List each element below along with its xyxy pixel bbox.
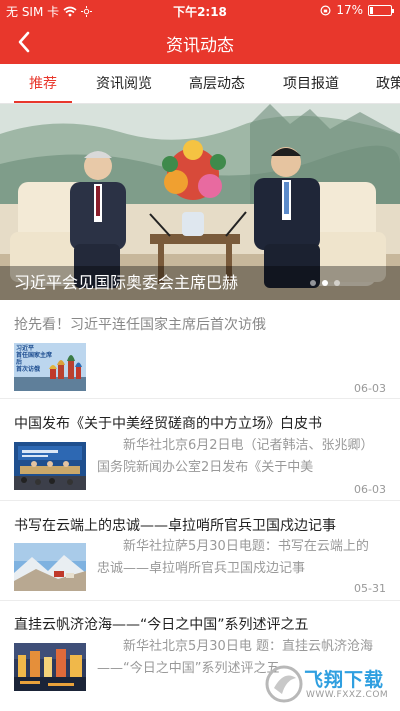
active-tab-indicator: [14, 101, 72, 103]
banner-carousel[interactable]: 习近平会见国际奥委会主席巴赫: [0, 104, 400, 300]
tab-project-reports[interactable]: 项目报道: [283, 73, 339, 93]
news-summary-line2: 忠诚——卓拉哨所官兵卫国戍边记事: [97, 561, 306, 576]
news-date: 06-03: [354, 382, 386, 395]
status-right: 17%: [320, 3, 394, 17]
news-summary-line1: 新华社拉萨5月30日电题：书写在云端上的: [123, 539, 369, 554]
carousel-dot[interactable]: [334, 280, 340, 286]
news-thumbnail: [14, 442, 86, 490]
nav-bar: 资讯动态: [0, 20, 400, 64]
banner-caption: 习近平会见国际奥委会主席巴赫: [14, 273, 239, 292]
rotation-lock-icon: [320, 4, 331, 16]
news-thumbnail: [14, 643, 86, 691]
tab-recommend[interactable]: 推荐: [29, 73, 57, 93]
carousel-dots: [310, 280, 340, 286]
watermark-text: 飞翔下载: [304, 669, 385, 691]
thumbnail-caption: 习近平 首任国家主席后 首次访俄: [16, 345, 53, 373]
news-date: 06-03: [354, 483, 386, 496]
battery-icon: [368, 4, 394, 16]
tab-leadership[interactable]: 高层动态: [189, 73, 245, 93]
status-bar: 无 SIM 卡 下午2:18 17%: [0, 0, 400, 20]
news-summary-line1: 新华社北京6月2日电（记者韩洁、张兆卿）: [123, 438, 374, 453]
news-thumbnail: 习近平 首任国家主席后 首次访俄: [14, 343, 86, 391]
news-title: 直挂云帆济沧海——“今日之中国”系列述评之五: [14, 617, 309, 633]
harbor-city-thumbnail: [14, 643, 86, 691]
news-item[interactable]: 抢先看！习近平连任国家主席后首次访俄 习近平 首任国家主席后 首次访俄 06-0…: [0, 301, 400, 399]
page-title: 资讯动态: [166, 36, 234, 56]
tab-news-reading[interactable]: 资讯阅览: [96, 73, 152, 93]
news-thumbnail: [14, 543, 86, 591]
battery-fill: [370, 6, 373, 14]
news-date: 05-31: [354, 582, 386, 595]
carousel-dot[interactable]: [322, 280, 328, 286]
carousel-dot[interactable]: [310, 280, 316, 286]
news-title: 中国发布《关于中美经贸磋商的中方立场》白皮书: [14, 416, 322, 432]
news-title: 书写在云端上的忠诚——卓拉哨所官兵卫国戍边记事: [14, 518, 336, 534]
watermark-url: WWW.FXXZ.COM: [306, 690, 389, 700]
battery-percent: 17%: [336, 3, 363, 17]
mountain-outpost-thumbnail: [14, 543, 86, 591]
site-watermark: 飞翔下载 WWW.FXXZ.COM: [264, 664, 394, 704]
news-item[interactable]: 中国发布《关于中美经贸磋商的中方立场》白皮书 新华社北京6月2日电（记者韩洁、张…: [0, 399, 400, 501]
news-summary-line2: 国务院新闻办公室2日发布《关于中美: [97, 460, 314, 475]
press-conference-thumbnail: [14, 442, 86, 490]
watermark-logo-icon: [265, 665, 303, 703]
tab-policy[interactable]: 政策: [376, 73, 400, 93]
news-summary-line1: 新华社北京5月30日电 题：直挂云帆济沧海: [123, 639, 373, 654]
tab-bar: 推荐 资讯阅览 高层动态 项目报道 政策: [0, 64, 400, 104]
news-item[interactable]: 书写在云端上的忠诚——卓拉哨所官兵卫国戍边记事 新华社拉萨5月30日电题：书写在…: [0, 501, 400, 601]
news-title: 抢先看！习近平连任国家主席后首次访俄: [14, 317, 266, 333]
